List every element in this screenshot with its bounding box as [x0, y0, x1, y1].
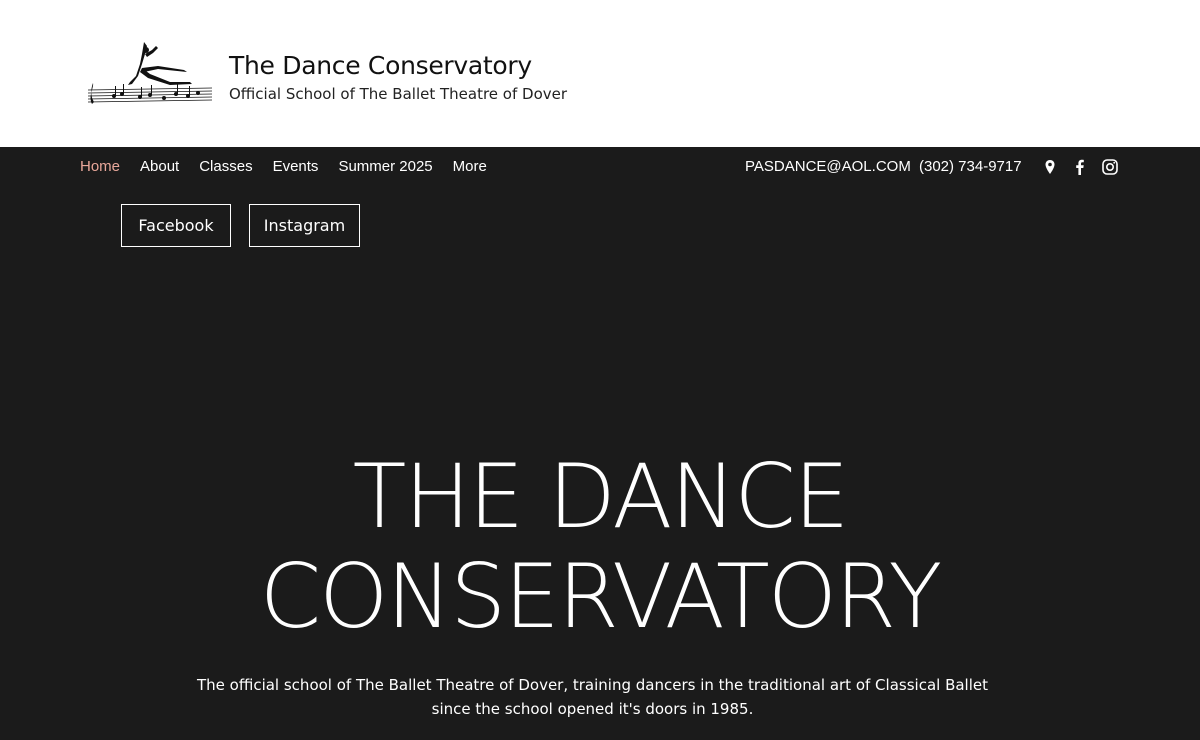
- instagram-icon[interactable]: [1100, 157, 1120, 177]
- nav-item-more[interactable]: More: [453, 158, 487, 175]
- nav-item-about[interactable]: About: [140, 158, 179, 175]
- instagram-button[interactable]: Instagram: [249, 204, 360, 247]
- site-title[interactable]: The Dance Conservatory: [229, 51, 532, 80]
- nav-item-classes[interactable]: Classes: [199, 158, 252, 175]
- map-pin-icon[interactable]: [1040, 157, 1060, 177]
- facebook-icon[interactable]: [1070, 157, 1090, 177]
- contact-phone[interactable]: (302) 734-9717: [919, 158, 1022, 175]
- main-section: Home About Classes Events Summer 2025 Mo…: [0, 147, 1200, 740]
- hero-description: The official school of The Ballet Theatr…: [196, 676, 988, 718]
- facebook-button[interactable]: Facebook: [121, 204, 231, 247]
- hero-title-line-2: CONSERVATORY: [259, 545, 943, 648]
- nav-item-summer-2025[interactable]: Summer 2025: [338, 158, 432, 175]
- dancer-logo[interactable]: [84, 38, 216, 112]
- social-bar: [1040, 157, 1120, 177]
- site-header: The Dance Conservatory Official School o…: [0, 0, 1200, 147]
- site-subtitle: Official School of The Ballet Theatre of…: [229, 85, 568, 103]
- hero-title-line-1: THE DANCE: [352, 445, 850, 548]
- nav-item-home[interactable]: Home: [80, 158, 120, 175]
- main-menu: Home About Classes Events Summer 2025 Mo…: [80, 158, 507, 175]
- hero-title: THE DANCE CONSERVATORY: [0, 447, 1200, 647]
- nav-item-events[interactable]: Events: [273, 158, 319, 175]
- contact-email[interactable]: PASDANCE@AOL.COM: [745, 158, 911, 175]
